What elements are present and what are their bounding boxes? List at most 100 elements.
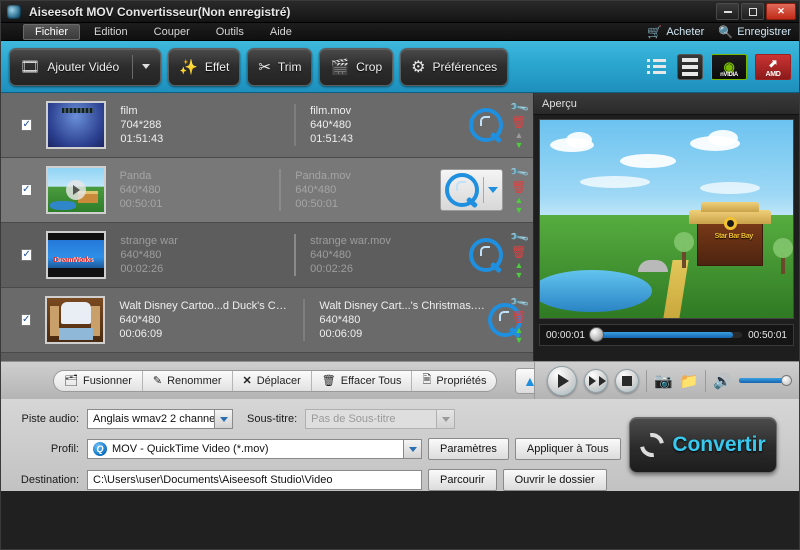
chevron-up-icon[interactable]: ▲: [514, 131, 523, 139]
source-info: strange war 640*480 00:02:26: [120, 234, 280, 276]
browse-button[interactable]: Parcourir: [428, 469, 497, 491]
merge-button[interactable]: 🗂 Fusionner: [54, 371, 143, 391]
menu-item-edition[interactable]: Edition: [82, 24, 140, 40]
add-video-button[interactable]: 🎞 Ajouter Vidéo: [9, 48, 161, 86]
menu-item-couper[interactable]: Couper: [142, 24, 202, 40]
properties-button[interactable]: 🗎 Propriétés: [412, 371, 496, 391]
apply-all-button[interactable]: Appliquer à Tous: [515, 438, 621, 460]
profile-select[interactable]: Q MOV - QuickTime Video (*.mov): [87, 439, 404, 459]
chevron-down-icon[interactable]: ▼: [514, 206, 523, 214]
key-icon: 🔍: [718, 25, 733, 39]
trash-icon[interactable]: 🗑: [511, 116, 526, 129]
preferences-button[interactable]: ⚙ Préférences: [400, 48, 508, 86]
destination-input[interactable]: C:\Users\user\Documents\Aiseesoft Studio…: [87, 470, 422, 490]
row-checkbox[interactable]: ✓: [21, 314, 31, 326]
buy-button[interactable]: 🛒 Acheter: [647, 25, 704, 39]
rename-button[interactable]: ✎ Renommer: [143, 371, 233, 391]
main-toolbar: 🎞 Ajouter Vidéo ✨ Effet ✂ Trim 🎬 Crop ⚙ …: [1, 41, 799, 93]
settings-button[interactable]: Paramètres: [428, 438, 509, 460]
detail-view-icon[interactable]: [677, 54, 703, 80]
table-row[interactable]: ✓ DreamWorks strange war 640*480 00:02:2…: [1, 223, 533, 288]
chevron-up-icon[interactable]: ▲: [514, 326, 523, 334]
video-preview[interactable]: Star Bar Bay: [539, 119, 794, 319]
nvidia-badge[interactable]: ◉ nVIDIA: [711, 54, 747, 80]
format-selector[interactable]: [440, 169, 503, 211]
row-checkbox[interactable]: ✓: [21, 249, 32, 261]
chevron-down-icon[interactable]: [142, 64, 150, 69]
divider: [483, 177, 484, 203]
crop-label: Crop: [356, 60, 382, 74]
crop-icon: 🎬: [330, 58, 349, 76]
trim-button[interactable]: ✂ Trim: [247, 48, 312, 86]
profile-dropdown[interactable]: [404, 439, 422, 459]
output-resolution: 640*480: [295, 183, 440, 197]
crop-button[interactable]: 🎬 Crop: [319, 48, 393, 86]
register-button[interactable]: 🔍 Enregistrer: [718, 25, 791, 39]
camera-snapshot-icon[interactable]: 📷: [654, 372, 673, 390]
folder-icon[interactable]: 📁: [680, 372, 699, 390]
clear-all-button[interactable]: 🗑 Effacer Tous: [312, 371, 413, 391]
maximize-button[interactable]: [741, 3, 764, 20]
amd-badge[interactable]: ⬈ AMD: [755, 54, 791, 80]
quicktime-icon: Q: [93, 442, 107, 456]
menu-bar: Fichier Edition Couper Outils Aide 🛒 Ach…: [1, 23, 799, 41]
video-thumbnail: [46, 101, 106, 149]
format-area[interactable]: [469, 238, 503, 272]
table-row[interactable]: ✓ film 704*288 01:51:43 film.mov 640*480…: [1, 93, 533, 158]
menu-item-fichier[interactable]: Fichier: [23, 24, 80, 40]
play-button[interactable]: [547, 366, 577, 396]
table-row[interactable]: ✓ Panda 640*480 00:50:01 Panda.mov 640*4…: [1, 158, 533, 223]
trash-icon[interactable]: 🗑: [511, 311, 526, 324]
open-folder-button[interactable]: Ouvrir le dossier: [503, 469, 607, 491]
source-info: Panda 640*480 00:50:01: [120, 169, 266, 211]
stop-button[interactable]: [615, 369, 639, 393]
menu-item-aide[interactable]: Aide: [258, 24, 304, 40]
minimize-button[interactable]: [716, 3, 739, 20]
effect-label: Effet: [205, 60, 229, 74]
close-button[interactable]: ✕: [766, 3, 796, 20]
chevron-down-icon[interactable]: ▼: [514, 336, 523, 344]
source-duration: 00:06:09: [119, 327, 289, 341]
magic-wand-icon: ✨: [179, 58, 198, 76]
settings-panel: Piste audio: Anglais wmav2 2 channels (0…: [1, 399, 799, 491]
profile-label: Profil:: [1, 443, 79, 455]
row-checkbox[interactable]: ✓: [21, 184, 32, 196]
chevron-up-icon[interactable]: ▲: [514, 261, 523, 269]
main-content: ✓ film 704*288 01:51:43 film.mov 640*480…: [1, 93, 799, 361]
trash-icon[interactable]: 🗑: [511, 246, 526, 259]
chevron-up-icon[interactable]: ▲: [514, 196, 523, 204]
chevron-down-icon[interactable]: ▼: [514, 141, 523, 149]
seek-slider[interactable]: [591, 332, 742, 338]
list-view-icon[interactable]: [643, 54, 669, 80]
audio-track-select-value[interactable]: Anglais wmav2 2 channels (0:: [87, 409, 215, 429]
fast-forward-button[interactable]: [584, 369, 608, 393]
seek-handle: [589, 327, 604, 342]
row-checkbox[interactable]: ✓: [21, 119, 32, 131]
subtitle-select-value[interactable]: Pas de Sous-titre: [305, 409, 437, 429]
file-list: ✓ film 704*288 01:51:43 film.mov 640*480…: [1, 93, 534, 361]
table-row[interactable]: ✓ Walt Disney Cartoo...d Duck's Christma…: [1, 288, 533, 353]
buy-label: Acheter: [666, 26, 704, 38]
chevron-down-icon[interactable]: ▼: [514, 271, 523, 279]
volume-slider[interactable]: [739, 378, 789, 383]
play-overlay-icon[interactable]: [66, 180, 86, 200]
format-area[interactable]: [440, 169, 503, 211]
menu-item-outils[interactable]: Outils: [204, 24, 256, 40]
subtitle-dropdown[interactable]: [437, 409, 455, 429]
volume-icon[interactable]: 🔊: [713, 372, 732, 390]
cart-icon: 🛒: [647, 25, 662, 39]
effect-button[interactable]: ✨ Effet: [168, 48, 240, 86]
source-duration: 00:02:26: [120, 262, 280, 276]
convert-button[interactable]: Convertir: [629, 417, 777, 473]
format-area[interactable]: [469, 108, 503, 142]
audio-track-dropdown[interactable]: [215, 409, 233, 429]
trash-icon[interactable]: 🗑: [511, 181, 526, 194]
source-info: Walt Disney Cartoo...d Duck's Christmas …: [119, 299, 289, 341]
source-resolution: 640*480: [119, 313, 289, 327]
seek-bar-row: 00:00:01 00:50:01: [539, 324, 794, 346]
chevron-down-icon[interactable]: [488, 187, 498, 193]
row-actions: 🔧 🗑 ▲ ▼: [511, 158, 527, 222]
destination-label: Destination:: [1, 474, 79, 486]
register-label: Enregistrer: [737, 26, 791, 38]
move-button[interactable]: ✕ Déplacer: [233, 371, 312, 391]
